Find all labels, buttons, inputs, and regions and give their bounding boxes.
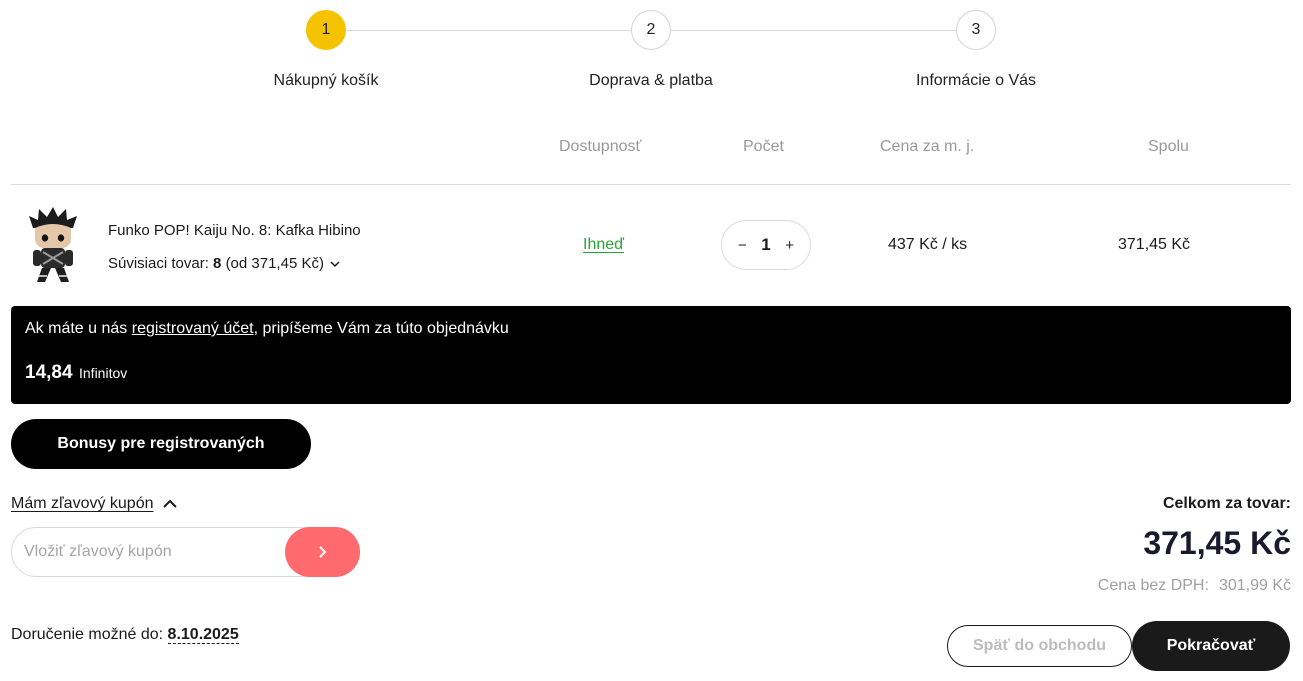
coupon-field-wrapper [11, 527, 360, 577]
coupon-input[interactable] [24, 528, 284, 576]
related-label: Súvisiaci tovar: [108, 255, 209, 272]
registered-account-link[interactable]: registrovaný účet [132, 320, 254, 337]
step-label: Doprava & platba [589, 72, 713, 89]
step-cart[interactable]: 1 Nákupný košík [206, 10, 446, 90]
vat-label: Cena bez DPH: [1097, 577, 1209, 594]
delivery-date[interactable]: 8.10.2025 [167, 626, 239, 644]
registered-bonuses-button[interactable]: Bonusy pre registrovaných [11, 419, 311, 469]
delivery-label: Doručenie možné do: [11, 626, 164, 643]
quantity-decrease-button[interactable]: − [738, 237, 747, 254]
related-count: 8 [213, 255, 222, 272]
coupon-toggle[interactable]: Mám zľavový kupón [11, 495, 178, 513]
loyalty-banner: Ak máte u nás registrovaný účet, pripíše… [11, 306, 1291, 404]
checkout-stepper: 1 Nákupný košík 2 Doprava & platba 3 Inf… [0, 10, 1303, 90]
loyalty-message: Ak máte u nás registrovaný účet, pripíše… [25, 320, 509, 338]
header-quantity: Počet [743, 138, 784, 155]
loyalty-message-suffix: , pripíšeme Vám za túto objednávku [253, 320, 509, 337]
step-number: 2 [631, 10, 671, 50]
step-shipping-payment[interactable]: 2 Doprava & platba [531, 10, 771, 90]
continue-button[interactable]: Pokračovať [1132, 621, 1290, 671]
header-unit-price: Cena za m. j. [880, 138, 975, 155]
step-label: Nákupný košík [273, 72, 379, 89]
coupon-submit-button[interactable] [285, 527, 360, 577]
related-products-toggle[interactable]: Súvisiaci tovar: 8 (od 371,45 Kč) [108, 255, 340, 272]
loyalty-points-unit: Infinitov [79, 365, 128, 381]
product-name-link[interactable]: Funko POP! Kaiju No. 8: Kafka Hibino [108, 222, 361, 239]
goods-total-value: 371,45 Kč [1143, 525, 1291, 561]
step-label: Informácie o Vás [915, 72, 1037, 89]
header-availability: Dostupnosť [559, 138, 642, 155]
related-from-price: (od 371,45 Kč) [225, 255, 324, 272]
loyalty-message-prefix: Ak máte u nás [25, 320, 128, 337]
chevron-right-icon [318, 546, 326, 558]
product-image[interactable] [25, 206, 81, 284]
vat-value: 301,99 Kč [1218, 577, 1291, 594]
loyalty-points: 14,84 Infinitov [25, 362, 127, 384]
back-to-shop-button[interactable]: Späť do obchodu [947, 625, 1132, 667]
quantity-increase-button[interactable]: + [785, 237, 794, 254]
loyalty-points-value: 14,84 [25, 362, 73, 383]
chevron-down-icon [330, 261, 340, 268]
cart-table-header: Dostupnosť Počet Cena za m. j. Spolu [11, 138, 1291, 160]
row-total-price: 371,45 Kč [1118, 236, 1191, 253]
header-total: Spolu [1148, 138, 1189, 155]
step-number: 3 [956, 10, 996, 50]
price-without-vat: Cena bez DPH: 301,99 Kč [1098, 577, 1291, 595]
header-divider [11, 184, 1291, 185]
chevron-up-icon [162, 499, 177, 508]
step-customer-info[interactable]: 3 Informácie o Vás [856, 10, 1096, 90]
coupon-toggle-label: Mám zľavový kupón [11, 495, 154, 512]
quantity-value[interactable]: 1 [761, 235, 770, 255]
unit-price: 437 Kč / ks [888, 236, 968, 253]
availability-status[interactable]: Ihneď [583, 236, 624, 254]
goods-total-label: Celkom za tovar: [1162, 495, 1291, 512]
step-number: 1 [306, 10, 346, 50]
delivery-estimate: Doručenie možné do: 8.10.2025 [11, 626, 239, 644]
quantity-stepper: − 1 + [721, 220, 811, 270]
cart-item-row: Funko POP! Kaiju No. 8: Kafka Hibino Súv… [11, 186, 1291, 304]
